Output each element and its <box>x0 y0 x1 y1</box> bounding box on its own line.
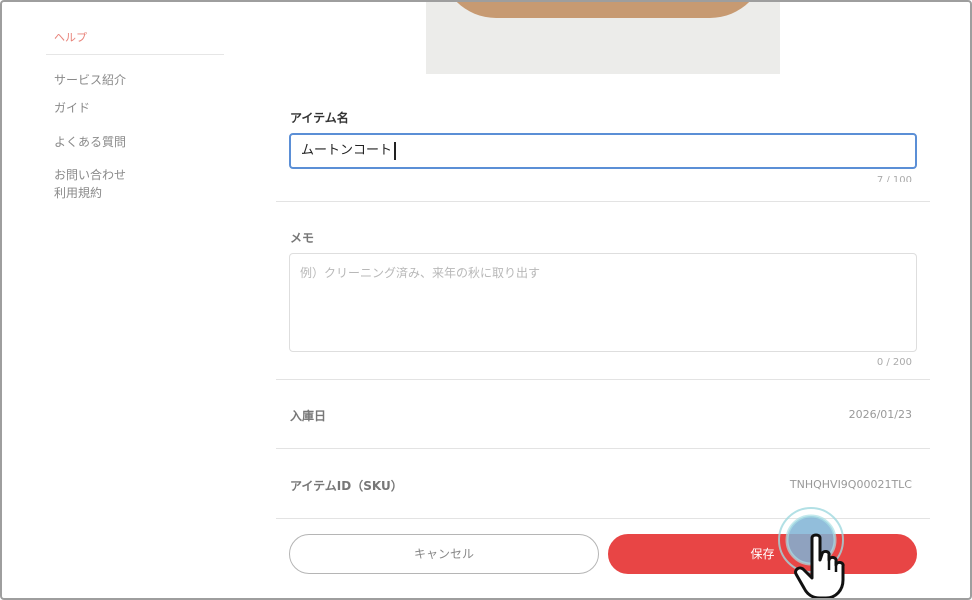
item-name-counter: 7 / 100 <box>876 176 912 182</box>
cancel-button[interactable]: キャンセル <box>289 534 599 574</box>
memo-placeholder: 例）クリーニング済み、来年の秋に取り出す <box>300 266 541 280</box>
hand-pointer-icon <box>778 507 845 598</box>
memo-counter: 0 / 200 <box>876 357 912 368</box>
memo-label: メモ <box>290 231 315 245</box>
arrival-date-value: 2026/01/23 <box>848 408 912 421</box>
memo-textarea[interactable]: 例）クリーニング済み、来年の秋に取り出す <box>289 253 917 352</box>
sidebar: ヘルプ サービス紹介 ガイド よくある質問 お問い合わせ 利用規約 <box>2 2 242 598</box>
sidebar-link-service[interactable]: サービス紹介 <box>54 72 126 88</box>
save-button[interactable]: 保存 <box>608 534 917 574</box>
sidebar-divider <box>46 54 224 55</box>
app-window: ヘルプ サービス紹介 ガイド よくある質問 お問い合わせ 利用規約 アイテム名 … <box>0 0 972 600</box>
divider <box>276 379 930 380</box>
sidebar-link-terms[interactable]: 利用規約 <box>54 185 102 201</box>
coat-image <box>440 2 766 18</box>
item-name-input[interactable]: ムートンコート <box>289 133 917 169</box>
sidebar-link-contact[interactable]: お問い合わせ <box>54 167 126 183</box>
item-name-label: アイテム名 <box>290 111 349 125</box>
sidebar-heading-help[interactable]: ヘルプ <box>54 29 87 45</box>
sidebar-link-faq[interactable]: よくある質問 <box>54 134 126 150</box>
divider <box>276 201 930 202</box>
item-photo <box>426 2 780 74</box>
divider <box>276 448 930 449</box>
sidebar-link-guide[interactable]: ガイド <box>54 100 90 116</box>
sku-label: アイテムID（SKU） <box>290 479 403 493</box>
sku-value: TNHQHVI9Q00021TLC <box>789 478 912 491</box>
text-caret <box>394 141 397 160</box>
item-name-value: ムートンコート <box>301 143 393 158</box>
arrival-date-label: 入庫日 <box>290 409 327 423</box>
